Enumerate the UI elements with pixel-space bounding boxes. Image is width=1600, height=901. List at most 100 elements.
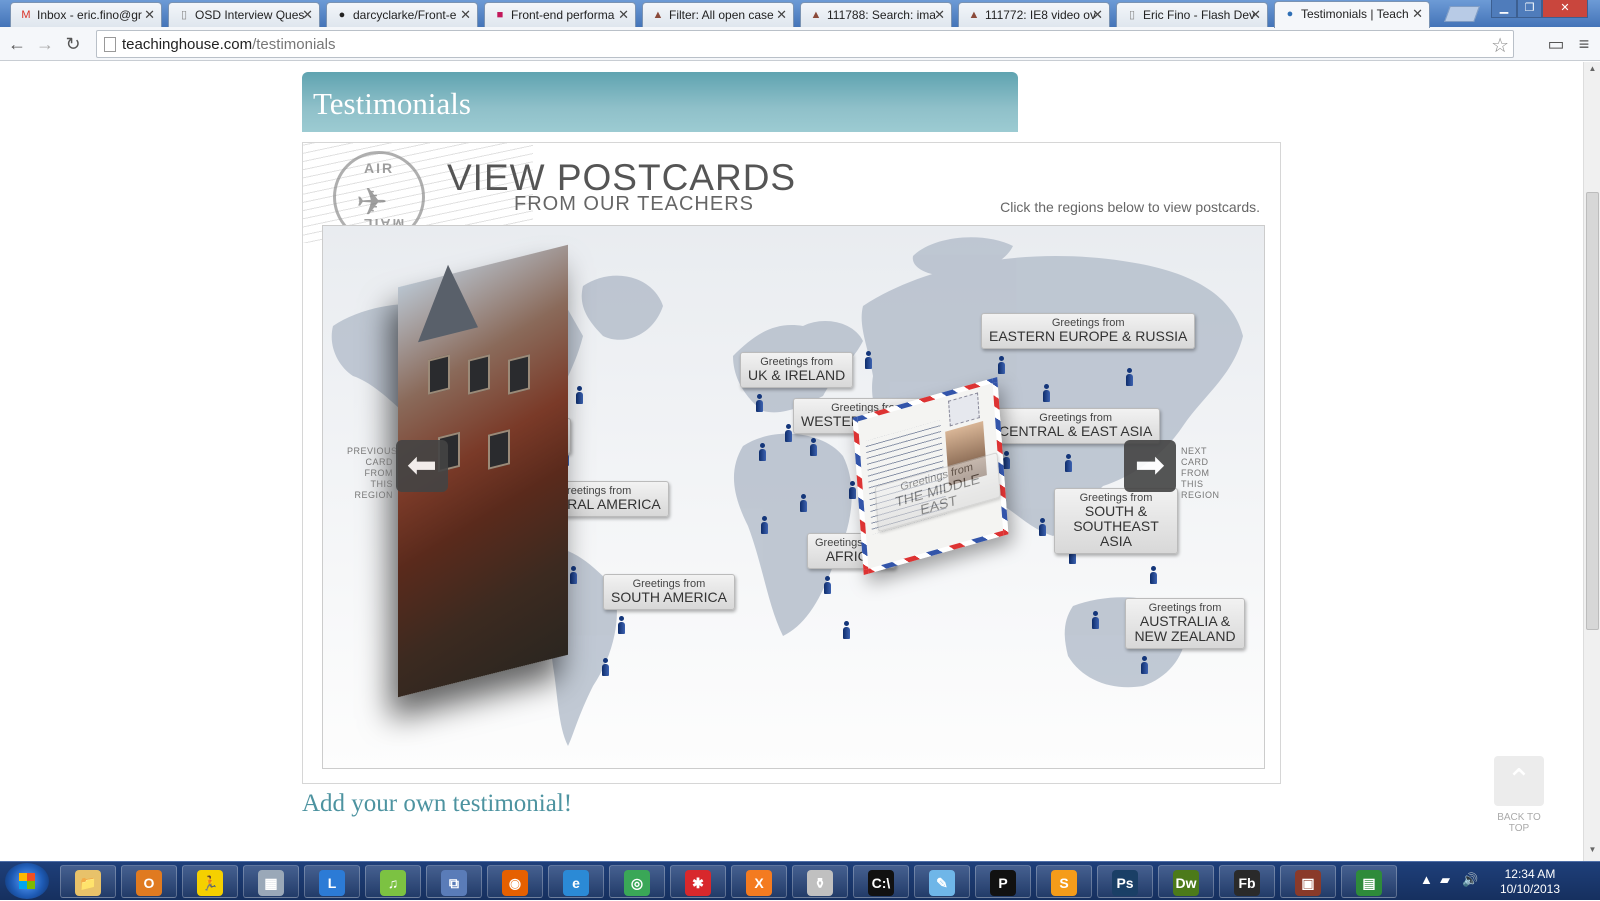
close-tab-icon[interactable]: ✕: [618, 7, 629, 23]
teacher-pin[interactable]: [1140, 656, 1148, 674]
tab-search-case[interactable]: ▲ 111788: Search: ima ✕: [800, 2, 952, 27]
volume-icon[interactable]: 🔊: [1462, 872, 1478, 888]
scroll-down-icon[interactable]: ▼: [1584, 845, 1600, 859]
taskbar-outlook-button[interactable]: O: [121, 865, 177, 898]
bookmark-star-icon[interactable]: ☆: [1491, 33, 1509, 58]
teacher-pin[interactable]: [755, 394, 763, 412]
gmail-icon: M: [21, 9, 31, 21]
taskbar-ie-button[interactable]: e: [548, 865, 604, 898]
teacher-pin[interactable]: [601, 658, 609, 676]
reload-icon[interactable]: ↻: [62, 33, 84, 55]
tab-osd-interview[interactable]: ▯ OSD Interview Ques ✕: [168, 2, 320, 27]
minimize-button[interactable]: ▁: [1491, 0, 1517, 18]
region-uk-ireland[interactable]: Greetings from UK & IRELAND: [740, 352, 854, 388]
taskbar-flash-builder-button[interactable]: Fb: [1219, 865, 1275, 898]
window-shape: [508, 354, 530, 395]
add-testimonial-link[interactable]: Add your own testimonial!: [302, 790, 572, 818]
region-south-southeast-asia[interactable]: Greetings from SOUTH & SOUTHEAST ASIA: [1054, 488, 1178, 554]
teacher-pin[interactable]: [617, 616, 625, 634]
close-tab-icon[interactable]: ✕: [1412, 6, 1423, 22]
taskbar-firefox-button[interactable]: ◉: [487, 865, 543, 898]
teacher-pin[interactable]: [760, 516, 768, 534]
taskbar-xampp-button[interactable]: X: [731, 865, 787, 898]
teacher-pin[interactable]: [1091, 611, 1099, 629]
taskbar-chrome-button[interactable]: ◎: [609, 865, 665, 898]
teacher-pin[interactable]: [809, 438, 817, 456]
new-tab-button[interactable]: [1444, 6, 1480, 22]
teacher-pin[interactable]: [1125, 368, 1133, 386]
teacher-pin[interactable]: [997, 356, 1005, 374]
teacher-pin[interactable]: [1064, 454, 1072, 472]
teacher-pin[interactable]: [1038, 518, 1046, 536]
scroll-up-icon[interactable]: ▲: [1584, 64, 1600, 78]
taskbar-task-manager-button[interactable]: ▤: [1341, 865, 1397, 898]
teacher-pin[interactable]: [799, 494, 807, 512]
address-bar[interactable]: teachinghouse.com/testimonials ☆: [96, 30, 1514, 58]
tab-filter-open-cases[interactable]: ▲ Filter: All open case ✕: [642, 2, 794, 27]
taskbar-aim-button[interactable]: 🏃: [182, 865, 238, 898]
teacher-pin[interactable]: [575, 386, 583, 404]
cast-icon[interactable]: ▭: [1544, 32, 1568, 56]
network-icon[interactable]: ▰: [1440, 872, 1450, 888]
teacher-pin[interactable]: [758, 443, 766, 461]
taskbar-notepad-button[interactable]: ✎: [914, 865, 970, 898]
next-card-button[interactable]: ➡: [1124, 440, 1176, 492]
forward-icon[interactable]: →: [34, 33, 56, 55]
close-tab-icon[interactable]: ✕: [1092, 7, 1103, 23]
tab-ie8-video[interactable]: ▲ 111772: IE8 video ov ✕: [958, 2, 1110, 27]
region-eastern-europe-russia[interactable]: Greetings from EASTERN EUROPE & RUSSIA: [981, 313, 1196, 349]
back-to-top-button[interactable]: ⌃: [1494, 756, 1544, 806]
taskbar-media-app-button[interactable]: ▣: [1280, 865, 1336, 898]
scrollbar-thumb[interactable]: [1586, 192, 1599, 630]
show-hidden-icons[interactable]: ▲: [1420, 872, 1433, 887]
taskbar-spotify-button[interactable]: ♫: [365, 865, 421, 898]
taskbar-network-button[interactable]: ⧉: [426, 865, 482, 898]
url-text: teachinghouse.com/testimonials: [122, 36, 336, 53]
back-icon[interactable]: ←: [6, 33, 28, 55]
teacher-pin[interactable]: [1042, 384, 1050, 402]
close-tab-icon[interactable]: ✕: [302, 7, 313, 23]
close-tab-icon[interactable]: ✕: [1250, 7, 1261, 23]
menu-icon[interactable]: ≡: [1572, 32, 1596, 56]
close-tab-icon[interactable]: ✕: [776, 7, 787, 23]
region-central-east-asia[interactable]: Greetings from CENTRAL & EAST ASIA: [991, 408, 1161, 444]
teacher-pin[interactable]: [848, 481, 856, 499]
close-tab-icon[interactable]: ✕: [144, 7, 155, 23]
maximize-button[interactable]: ❐: [1517, 0, 1542, 18]
taskbar-lync-button[interactable]: L: [304, 865, 360, 898]
taskbar-photoshop-button[interactable]: Ps: [1097, 865, 1153, 898]
previous-card-text: PREVIOUS CARD FROM THIS REGION: [347, 446, 398, 500]
bug-tracker-icon: ▲: [968, 9, 980, 21]
taskbar-jar-button[interactable]: ⚱: [792, 865, 848, 898]
teacher-pin[interactable]: [842, 621, 850, 639]
start-button[interactable]: [5, 863, 49, 899]
taskbar-p-app-button[interactable]: P: [975, 865, 1031, 898]
teacher-pin[interactable]: [823, 576, 831, 594]
close-tab-icon[interactable]: ✕: [460, 7, 471, 23]
region-australia-new-zealand[interactable]: Greetings from AUSTRALIA & NEW ZEALAND: [1125, 598, 1245, 649]
previous-card-button[interactable]: ⬅: [396, 440, 448, 492]
page-scrollbar[interactable]: ▲ ▼: [1583, 62, 1600, 861]
tab-frontend-performance[interactable]: ■ Front-end performa ✕: [484, 2, 636, 27]
tab-eric-fino[interactable]: ▯ Eric Fino - Flash Dev ✕: [1116, 2, 1268, 27]
teacher-pin[interactable]: [569, 566, 577, 584]
tab-label: Eric Fino - Flash Dev: [1143, 8, 1256, 22]
taskbar-dreamweaver-button[interactable]: Dw: [1158, 865, 1214, 898]
taskbar-app-red-button[interactable]: ✱: [670, 865, 726, 898]
window-shape: [468, 354, 490, 395]
teacher-pin[interactable]: [1149, 566, 1157, 584]
taskbar-sublime-button[interactable]: S: [1036, 865, 1092, 898]
world-map[interactable]: Greetings from UK & IRELAND Greetings fr…: [322, 225, 1265, 769]
taskbar-calculator-button[interactable]: ▦: [243, 865, 299, 898]
taskbar-explorer-button[interactable]: 📁: [60, 865, 116, 898]
close-window-button[interactable]: ✕: [1542, 0, 1588, 18]
tab-gmail[interactable]: M Inbox - eric.fino@gr ✕: [10, 2, 162, 27]
region-south-america[interactable]: Greetings from SOUTH AMERICA: [603, 574, 735, 610]
close-tab-icon[interactable]: ✕: [934, 7, 945, 23]
teacher-pin[interactable]: [784, 424, 792, 442]
taskbar-terminal-button[interactable]: C:\: [853, 865, 909, 898]
system-clock[interactable]: 12:34 AM 10/10/2013: [1500, 867, 1560, 897]
tab-github[interactable]: ● darcyclarke/Front-e ✕: [326, 2, 478, 27]
teacher-pin[interactable]: [864, 351, 872, 369]
tab-testimonials[interactable]: ● Testimonials | Teach ✕: [1274, 1, 1430, 28]
